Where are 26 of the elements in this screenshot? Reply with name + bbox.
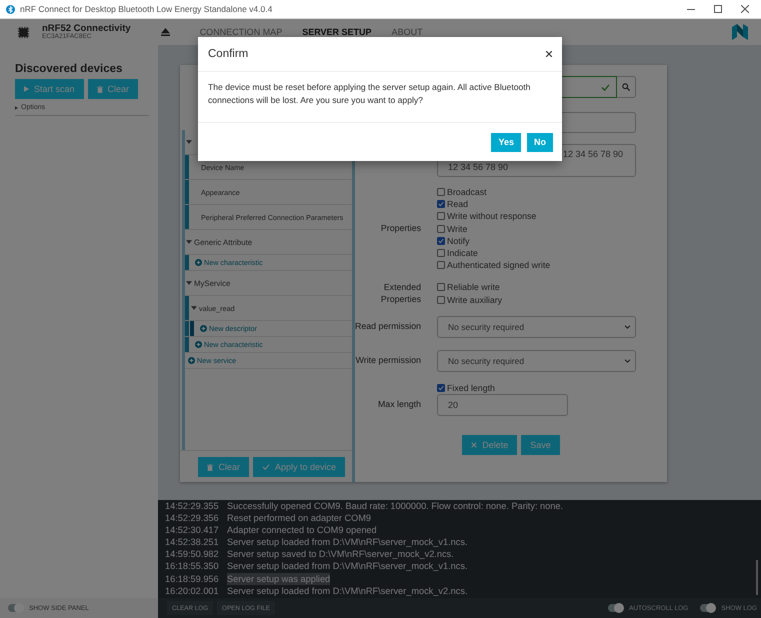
field-label: Write permission bbox=[355, 354, 421, 366]
log-time: 16:20:02.001 bbox=[165, 584, 220, 597]
sidebar-title: Discovered devices bbox=[15, 63, 124, 75]
log-message: Server setup loaded from D:\VM\nRF\server_mock_v2.ncs. bbox=[227, 584, 468, 597]
log-message: Server setup saved to D:\VM\nRF\server_mock_v2.ncs. bbox=[227, 548, 454, 560]
log-time: 14:52:29.355 bbox=[165, 500, 220, 512]
log-time: 14:52:29.356 bbox=[165, 512, 220, 524]
log-time: 14:52:38.251 bbox=[165, 536, 220, 548]
log-message: Server setup was applied bbox=[227, 572, 330, 585]
field-label: Extended Properties bbox=[380, 282, 421, 305]
log-message: Server setup loaded from D:\VM\nRF\server_mock_v1.ncs. bbox=[227, 536, 468, 548]
log-message: Reset performed on adapter COM9 bbox=[227, 512, 372, 524]
field-label: Properties bbox=[380, 222, 421, 234]
dialog-message: The device must be reset before applying the server setup again. All active Bluetooth connections will be lost. Are you sure you want to apply? bbox=[198, 72, 562, 123]
device-name: nRF52 Connectivity bbox=[42, 24, 131, 33]
log-message: Successfully opened COM9. Baud rate: 1000000. Flow control: none. Parity: none. bbox=[227, 500, 564, 512]
log-message: Adapter connected to COM9 opened bbox=[227, 524, 377, 536]
dialog-title: Confirm bbox=[208, 48, 250, 60]
log-message: Server setup loaded from D:\VM\nRF\server_mock_v1.ncs. bbox=[227, 560, 468, 573]
window-title: nRF Connect for Desktop Bluetooth Low Energy Standalone v4.0.4 bbox=[20, 4, 274, 14]
log-time: 16:18:59.956 bbox=[165, 572, 220, 585]
log-time: 14:59:50.982 bbox=[165, 548, 220, 560]
field-label: Max length bbox=[376, 399, 421, 411]
log-time: 16:18:55.350 bbox=[165, 560, 220, 573]
field-label: Read permission bbox=[355, 320, 421, 332]
log-time: 14:52:30.417 bbox=[165, 524, 220, 536]
